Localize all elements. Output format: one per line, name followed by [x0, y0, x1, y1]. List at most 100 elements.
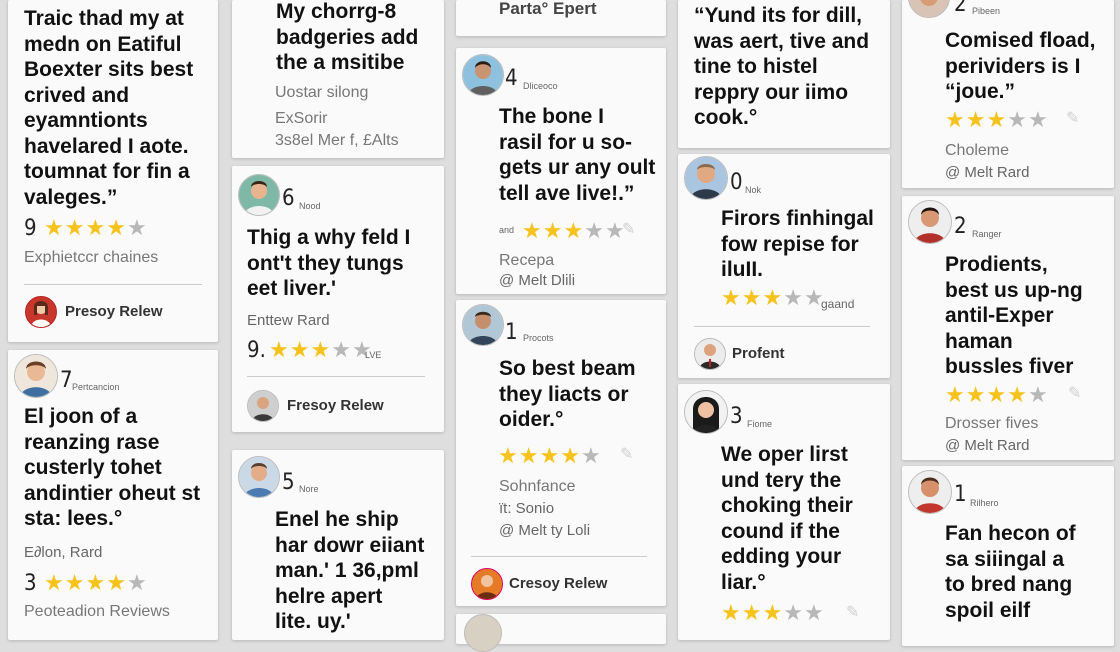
card-title: Parta° Epert [499, 0, 597, 18]
star-filled-icon: ★ [986, 382, 1008, 407]
review-source: Recepa [499, 252, 555, 269]
review-card-11: 0 Nok Firors finhingal fow repise for il… [678, 154, 890, 378]
reviewer-tag: Ranger [972, 229, 1002, 239]
reviewer-tag: Fiome [747, 419, 773, 429]
star-empty-icon: ★ [126, 215, 148, 240]
review-card-14: 2 Ranger Prodients, best us up-ng antil-… [902, 196, 1114, 460]
review-count: 1 [505, 320, 518, 345]
avatar [14, 354, 58, 398]
review-card-12: 3 Fiome We oper lirst und tery the choki… [678, 384, 890, 640]
avatar [247, 390, 279, 422]
star-filled-icon: ★ [560, 443, 581, 468]
review-author: Enttew Rard [247, 312, 330, 329]
avatar [694, 338, 726, 370]
star-filled-icon: ★ [310, 337, 332, 362]
star-filled-icon: ★ [289, 337, 311, 362]
review-card-4: 6 Nood Thig a why feld I ont't they tung… [232, 166, 444, 432]
reviewer-tag: Nok [745, 185, 762, 195]
review-card-7: 4 Dliceoco The bone I rasil for u so- ge… [456, 48, 666, 294]
review-note: LVE [365, 350, 382, 360]
review-author: E∂lon, Rard [24, 544, 103, 561]
reviewer-tag: Procots [523, 333, 554, 343]
review-count: 2 [954, 214, 967, 239]
avatar [471, 568, 503, 600]
review-handle: @ Melt Rard [945, 164, 1030, 181]
star-filled-icon: ★ [44, 215, 65, 240]
review-card-6: Parta° Epert [456, 0, 666, 36]
review-quote: Fan hecon of sa siiingal a to bred nang … [945, 522, 1076, 622]
review-quote: Traic thad my at medn on Eatiful Boexter… [24, 7, 194, 209]
review-source: Peoteadion Reviews [24, 603, 170, 620]
review-quote: Thig a why feld I ont't they tungs eet l… [247, 226, 411, 300]
star-filled-icon: ★ [762, 600, 784, 625]
review-source: Drosser fives [945, 415, 1039, 432]
star-filled-icon: ★ [945, 382, 966, 407]
comment-icon: ✎ [1066, 110, 1080, 127]
star-filled-icon: ★ [542, 218, 564, 243]
star-filled-icon: ★ [106, 215, 127, 240]
user-name[interactable]: Presoy Relew [65, 303, 163, 320]
star-filled-icon: ★ [721, 285, 742, 310]
avatar [464, 614, 502, 652]
review-count: 6 [282, 186, 295, 211]
star-empty-icon: ★ [584, 218, 605, 243]
review-count: 1 [954, 482, 967, 507]
review-count: 2 [954, 0, 967, 17]
review-count: 9. [247, 338, 266, 363]
star-filled-icon: ★ [1007, 382, 1028, 407]
star-filled-icon: ★ [965, 107, 987, 132]
review-card-5: 5 Nore Enel he ship har dowr eiiant man.… [232, 450, 444, 640]
review-source: 3s8el Mer f, £Alts [275, 132, 399, 149]
avatar [25, 296, 57, 328]
star-filled-icon: ★ [986, 107, 1008, 132]
star-rating: ★ ★ ★ ★ ★ [522, 220, 626, 242]
review-count: 5 [282, 470, 295, 495]
star-empty-icon: ★ [331, 337, 352, 362]
star-rating: ★ ★ ★ ★ ★ [945, 384, 1049, 406]
review-count: 9 [24, 216, 37, 241]
divider [471, 556, 647, 557]
user-name[interactable]: Profent [732, 345, 785, 362]
star-filled-icon: ★ [522, 218, 543, 243]
review-card-10: “Yund its for dill, was aert, tive and t… [678, 0, 890, 148]
star-filled-icon: ★ [85, 570, 107, 595]
review-count: 3 [24, 571, 37, 596]
review-card-2: 7 Pertcancion El joon of a reanzing rase… [8, 350, 218, 640]
star-empty-icon: ★ [783, 285, 804, 310]
reviewer-tag: Nore [299, 484, 319, 494]
avatar [908, 0, 950, 18]
review-note: and [499, 225, 515, 235]
review-source: Exphietccr chaines [24, 249, 159, 266]
star-rating: ★ ★ ★ ★ ★ [498, 445, 602, 467]
star-rating: ★ ★ ★ ★ ★ [44, 217, 148, 239]
review-quote: So best beam they liacts or oider.° [499, 357, 636, 431]
star-filled-icon: ★ [518, 443, 540, 468]
star-filled-icon: ★ [85, 215, 107, 240]
star-rating: ★ ★ ★ ★ ★ [721, 602, 825, 624]
star-filled-icon: ★ [44, 570, 65, 595]
review-card-9 [456, 614, 666, 652]
avatar [238, 456, 280, 498]
divider [24, 284, 202, 285]
review-card-8: 1 Procots So best beam they liacts or oi… [456, 300, 666, 606]
review-card-3: My chorrg-8 badgeries add the a msitibe … [232, 0, 444, 158]
star-empty-icon: ★ [803, 600, 825, 625]
review-card-13: 2 Pibeen Comised fload, perividers is I … [902, 0, 1114, 188]
user-name[interactable]: Fresoy Relew [287, 397, 384, 414]
star-filled-icon: ★ [563, 218, 585, 243]
divider [247, 376, 425, 377]
review-handle: @ Melt Dlili [499, 272, 576, 289]
star-filled-icon: ★ [498, 443, 519, 468]
review-quote: “Yund its for dill, was aert, tive and t… [694, 4, 870, 129]
comment-icon: ✎ [846, 604, 860, 621]
review-source: Choleme [945, 142, 1010, 159]
reviewer-tag: Pibeen [972, 6, 1001, 16]
user-name[interactable]: Cresoy Relew [509, 575, 607, 592]
divider [694, 326, 870, 327]
star-filled-icon: ★ [965, 382, 987, 407]
star-filled-icon: ★ [539, 443, 561, 468]
review-count: 7 [60, 368, 73, 393]
star-rating: ★ ★ ★ ★ ★ [721, 287, 825, 309]
reviewer-tag: Rilhero [970, 498, 999, 508]
avatar [908, 470, 952, 514]
